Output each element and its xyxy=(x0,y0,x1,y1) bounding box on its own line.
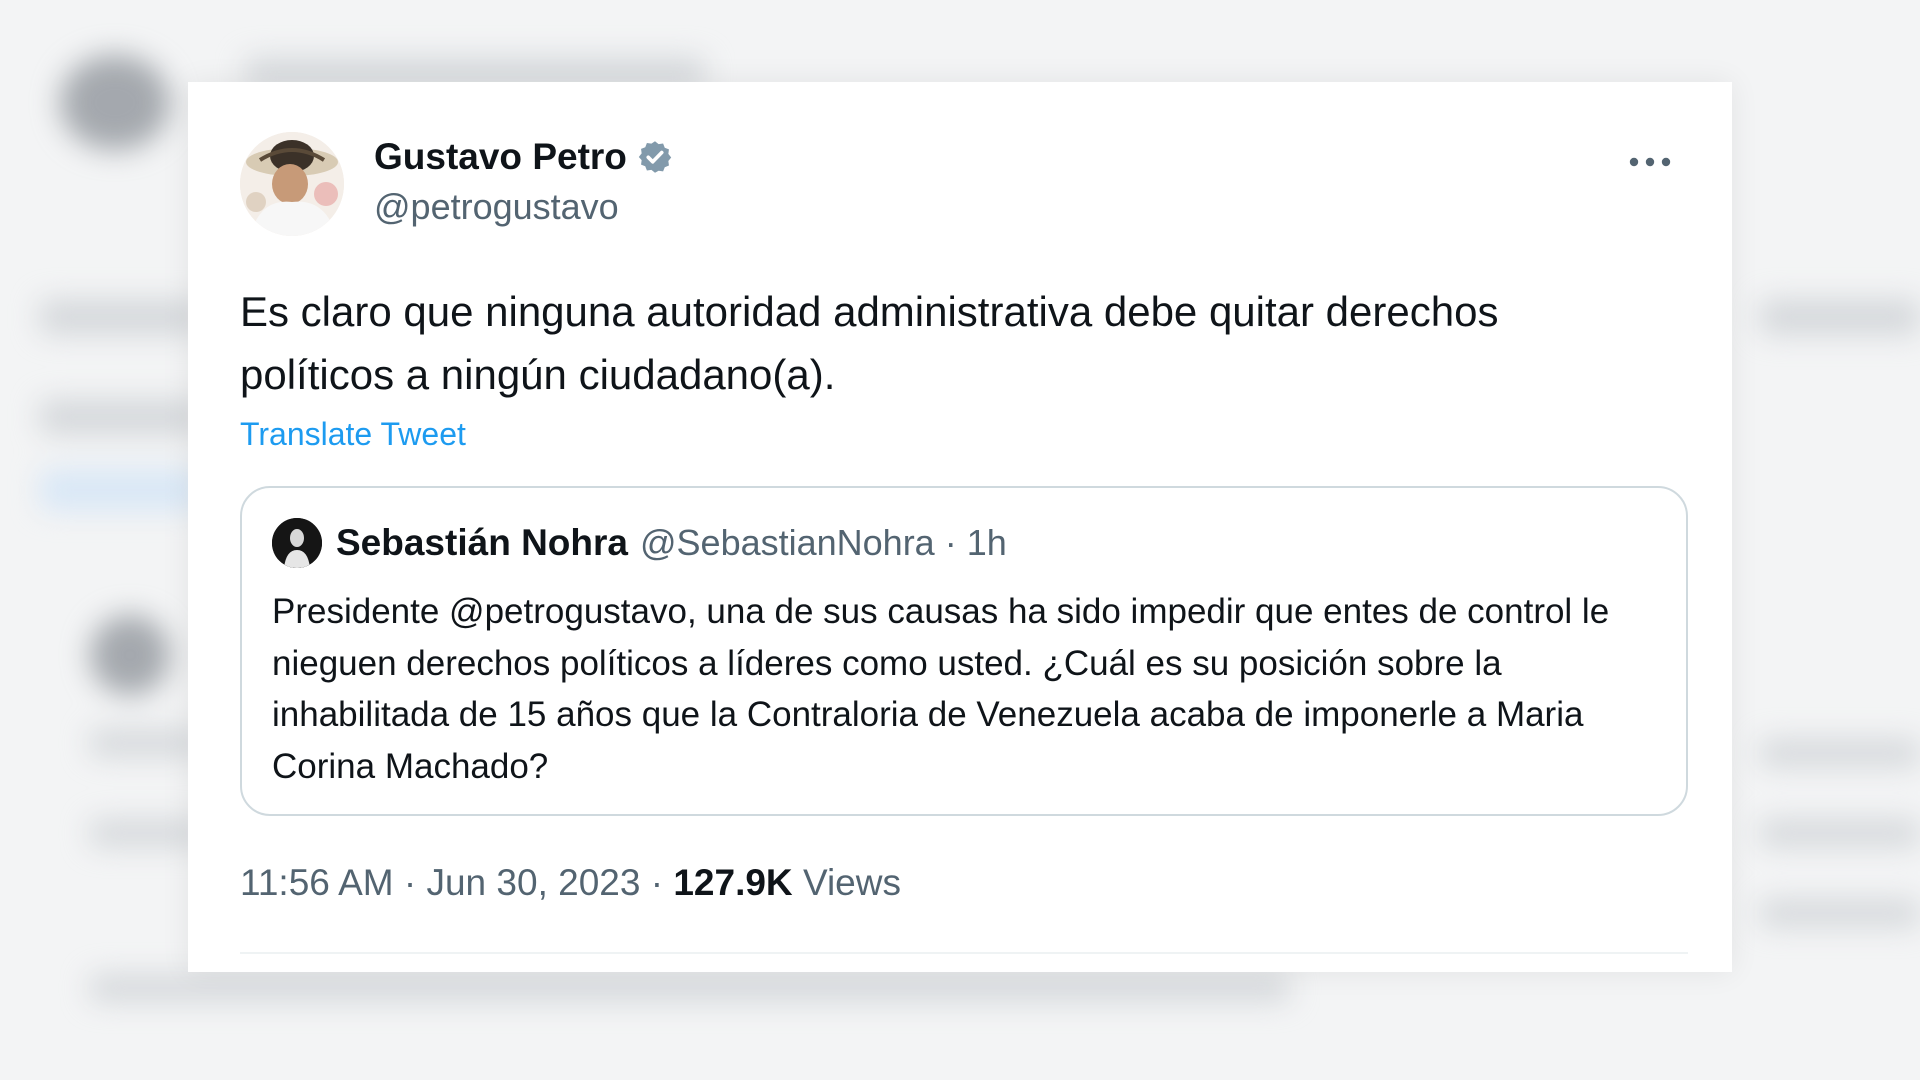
quoted-author-avatar[interactable] xyxy=(272,518,322,568)
tweet-date[interactable]: Jun 30, 2023 xyxy=(426,862,640,903)
translate-tweet-link[interactable]: Translate Tweet xyxy=(240,416,466,453)
author-handle[interactable]: @petrogustavo xyxy=(374,186,673,228)
author-avatar[interactable] xyxy=(240,132,344,236)
more-options-button[interactable] xyxy=(1620,140,1680,184)
quoted-tweet-text: Presidente @petrogustavo, una de sus cau… xyxy=(272,592,1610,786)
quoted-tweet[interactable]: Sebastián Nohra @SebastianNohra · 1h Pre… xyxy=(240,486,1688,816)
verified-badge-icon xyxy=(638,141,672,173)
views-label: Views xyxy=(802,862,901,903)
quoted-author-handle[interactable]: @SebastianNohra xyxy=(640,522,935,564)
divider xyxy=(240,952,1688,954)
tweet-time[interactable]: 11:56 AM xyxy=(240,862,394,903)
quoted-meta-separator: · xyxy=(944,522,957,563)
quoted-author-name[interactable]: Sebastián Nohra xyxy=(336,522,628,564)
tweet-meta: 11:56 AM · Jun 30, 2023 · 127.9K Views xyxy=(240,862,901,904)
more-horizontal-icon xyxy=(1629,157,1671,167)
meta-separator: · xyxy=(650,862,664,903)
meta-separator: · xyxy=(403,862,417,903)
author-names: Gustavo Petro @petrogustavo xyxy=(374,136,673,228)
tweet-header: Gustavo Petro @petrogustavo xyxy=(240,132,1680,236)
quoted-tweet-time[interactable]: 1h xyxy=(967,522,1007,564)
tweet-text: Es claro que ninguna autoridad administr… xyxy=(240,288,1499,398)
quoted-tweet-header: Sebastián Nohra @SebastianNohra · 1h xyxy=(272,518,1007,568)
author-display-name[interactable]: Gustavo Petro xyxy=(374,136,673,178)
views-count: 127.9K xyxy=(673,862,793,903)
author-name-text: Gustavo Petro xyxy=(374,136,627,177)
tweet-card: Gustavo Petro @petrogustavo Es claro que… xyxy=(188,82,1732,972)
